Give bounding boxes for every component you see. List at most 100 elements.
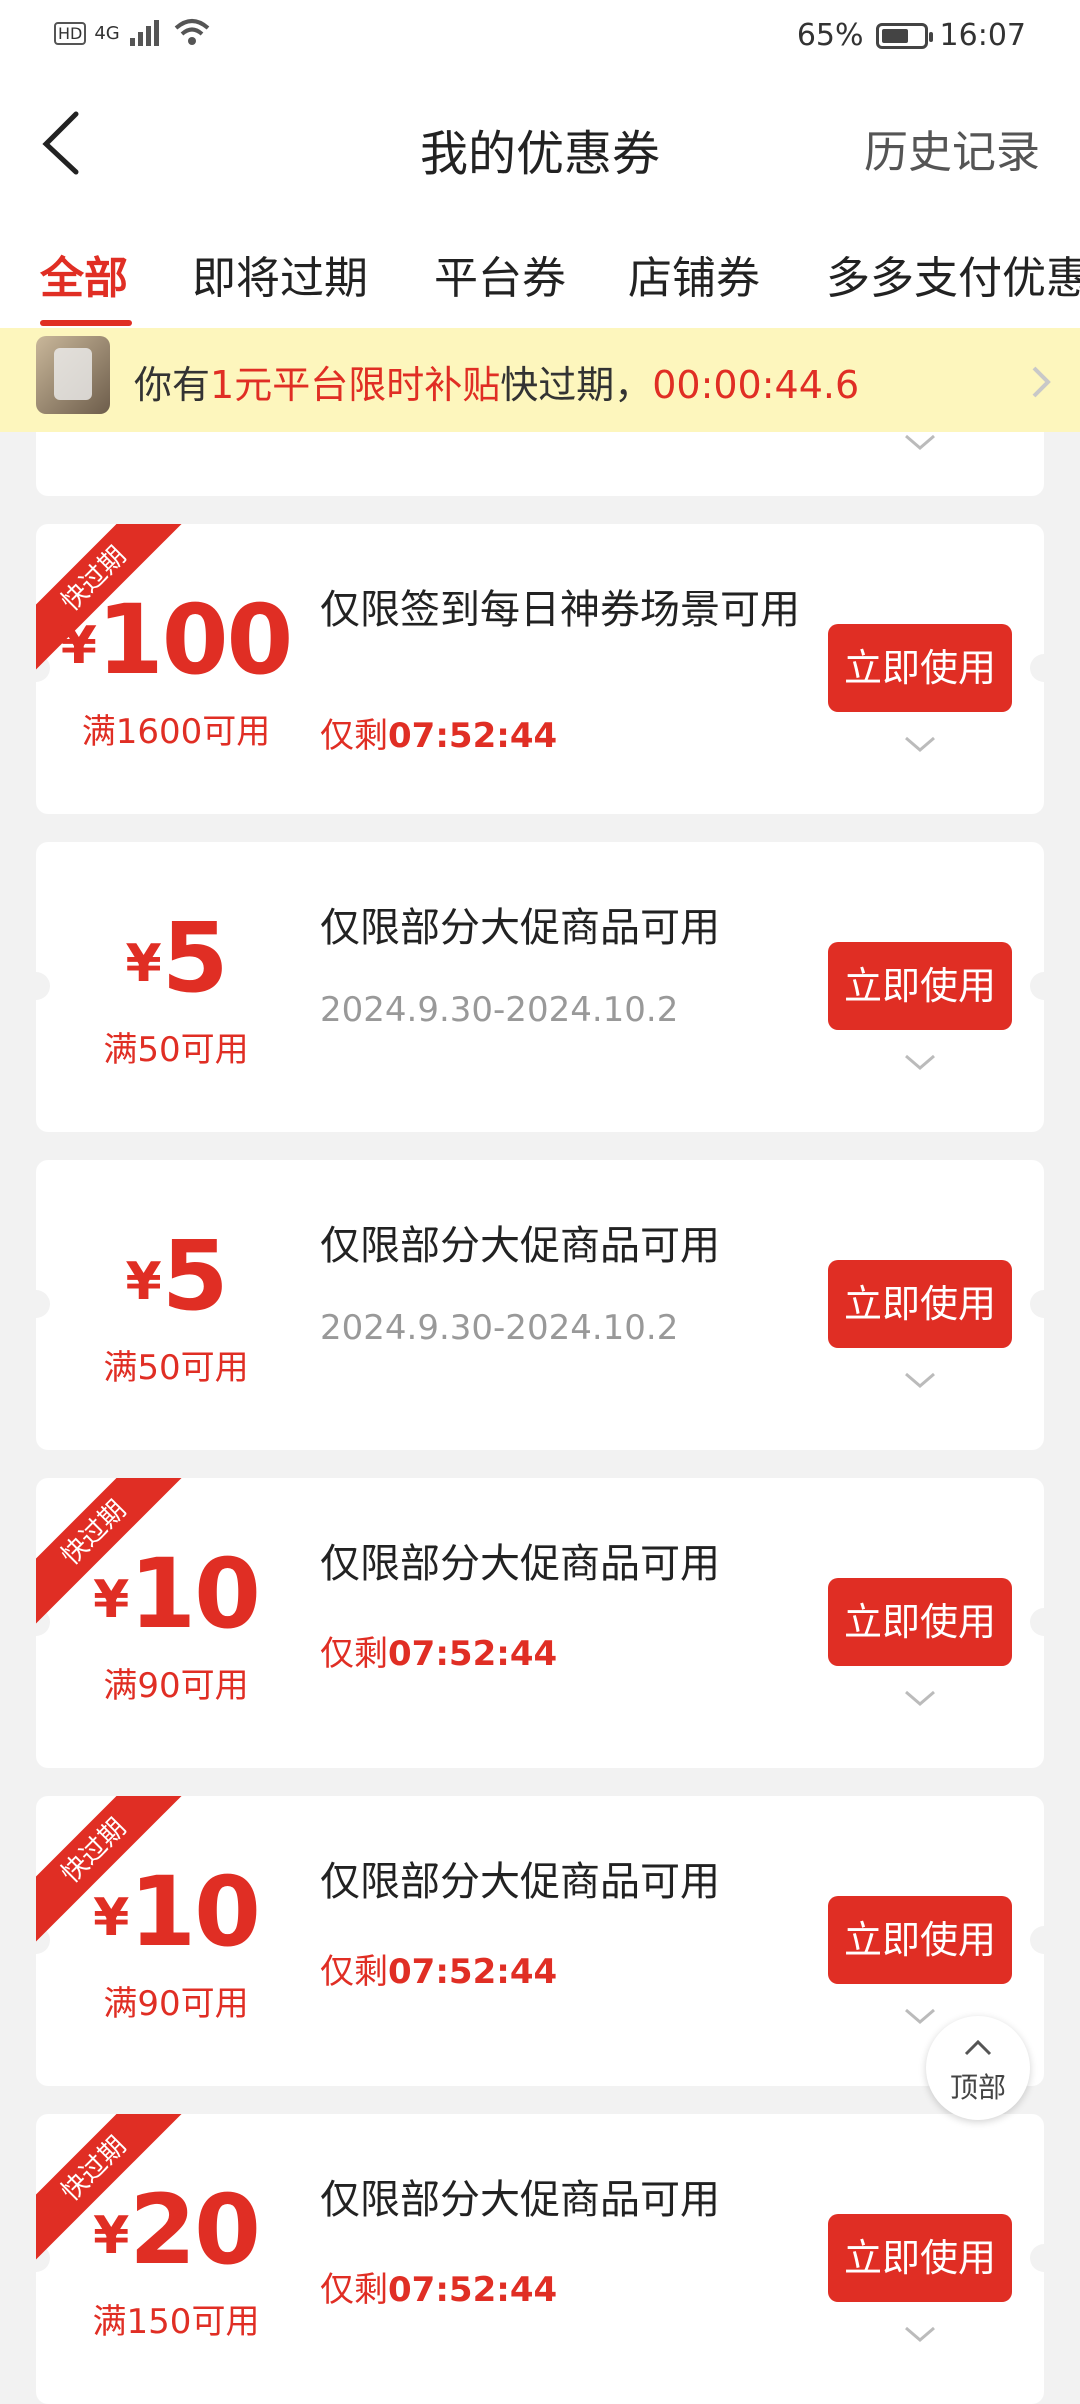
chevron-down-icon[interactable]	[902, 2322, 938, 2346]
card-notch	[1030, 972, 1044, 1000]
coupon-countdown: 仅剩07:52:44	[320, 2262, 557, 2311]
battery-fill	[881, 28, 908, 43]
use-now-button[interactable]: 立即使用	[828, 1260, 1012, 1348]
partial-coupon-card	[36, 432, 1044, 496]
tab-platform[interactable]: 平台券	[434, 242, 566, 306]
hd-icon: HD	[54, 21, 87, 45]
coupon-description: 仅限部分大促商品可用	[320, 2177, 720, 2223]
use-now-button[interactable]: 立即使用	[828, 1896, 1012, 1984]
tab-duoduo-pay[interactable]: 多多支付优惠	[826, 242, 1080, 306]
back-to-top-label: 顶部	[949, 2071, 1006, 2104]
tab-underline	[40, 320, 132, 326]
coupon-card[interactable]: 快过期 ¥100 满1600可用 仅限签到每日神券场景可用 仅剩07:52:44 立即使用	[36, 524, 1044, 814]
coupon-card[interactable]: ¥5 满50可用 仅限部分大促商品可用 2024.9.30-2024.10.2 立即使用	[36, 842, 1044, 1132]
history-link[interactable]: 历史记录	[864, 116, 1040, 180]
card-notch	[1030, 1290, 1044, 1318]
status-right: 65% 16:07	[797, 18, 1026, 53]
status-left: HD 4G	[54, 18, 212, 48]
currency-symbol: ¥	[93, 2206, 130, 2266]
coupon-countdown: 仅剩07:52:44	[320, 1944, 557, 1993]
chevron-down-icon	[905, 434, 935, 450]
amount-value: 5	[161, 1220, 229, 1332]
header: 我的优惠券 历史记录	[0, 76, 1080, 214]
coupon-card[interactable]: 快过期 ¥10 满90可用 仅限部分大促商品可用 仅剩07:52:44 立即使用	[36, 1478, 1044, 1768]
notice-text: 你有1元平台限时补贴快过期，00:00:44.6	[134, 354, 859, 409]
chevron-right-icon	[1032, 366, 1051, 398]
currency-symbol: ¥	[93, 1888, 130, 1948]
coupon-condition: 满90可用	[103, 1984, 249, 2024]
tab-all[interactable]: 全部	[40, 242, 128, 306]
status-bar: HD 4G 65% 16:07	[0, 0, 1080, 76]
wifi-icon	[174, 19, 210, 45]
notice-highlight: 1元平台限时补贴	[210, 363, 501, 407]
tab-store[interactable]: 店铺券	[628, 242, 760, 306]
card-notch	[1030, 2244, 1044, 2272]
currency-symbol: ¥	[93, 1570, 130, 1630]
signal-icon	[129, 20, 159, 46]
coupon-condition: 满90可用	[103, 1666, 249, 1706]
coupon-card[interactable]: ¥5 满50可用 仅限部分大促商品可用 2024.9.30-2024.10.2 立即使用	[36, 1160, 1044, 1450]
countdown-prefix: 仅剩	[320, 2270, 388, 2310]
chevron-down-icon[interactable]	[902, 2004, 938, 2028]
coupon-condition: 满50可用	[103, 1030, 249, 1070]
coupon-amount: ¥5	[36, 1220, 316, 1332]
chevron-down-icon[interactable]	[902, 732, 938, 756]
notice-prefix: 你有	[134, 363, 211, 407]
coupon-description: 仅限部分大促商品可用	[320, 1859, 720, 1905]
card-notch	[1030, 1926, 1044, 1954]
battery-icon	[875, 22, 933, 49]
amount-value: 100	[96, 584, 293, 696]
coupon-amount: ¥10	[36, 1538, 316, 1650]
back-to-top-button[interactable]: 顶部	[926, 2016, 1030, 2120]
countdown-prefix: 仅剩	[320, 716, 388, 756]
chevron-down-icon[interactable]	[902, 1686, 938, 1710]
countdown-value: 07:52:44	[388, 716, 558, 756]
chevron-down-icon[interactable]	[902, 1050, 938, 1074]
countdown-value: 07:52:44	[388, 2270, 558, 2310]
countdown-prefix: 仅剩	[320, 1634, 388, 1674]
use-now-button[interactable]: 立即使用	[828, 2214, 1012, 2302]
tab-bar: 全部 即将过期 平台券 店铺券 多多支付优惠	[0, 212, 1080, 328]
network-label: 4G	[94, 22, 120, 44]
coupon-amount: ¥10	[36, 1856, 316, 1968]
use-now-button[interactable]: 立即使用	[828, 942, 1012, 1030]
clock: 16:07	[939, 18, 1026, 53]
coupon-condition: 满50可用	[103, 1348, 249, 1388]
coupon-description: 仅限部分大促商品可用	[320, 1223, 720, 1269]
coupon-description: 仅限部分大促商品可用	[320, 905, 720, 951]
amount-value: 10	[129, 1538, 261, 1650]
chevron-up-icon	[964, 2039, 992, 2056]
coupon-countdown: 仅剩07:52:44	[320, 1626, 557, 1675]
countdown-value: 07:52:44	[388, 1634, 558, 1674]
battery-percent: 65%	[796, 18, 864, 53]
amount-value: 10	[129, 1856, 261, 1968]
coupon-countdown: 仅剩07:52:44	[320, 708, 557, 757]
countdown-value: 07:52:44	[388, 1952, 558, 1992]
product-thumbnail	[36, 336, 110, 414]
coupon-amount: ¥5	[36, 902, 316, 1014]
use-now-button[interactable]: 立即使用	[828, 624, 1012, 712]
coupon-amount: ¥20	[36, 2174, 316, 2286]
coupon-description: 仅限部分大促商品可用	[320, 1541, 720, 1587]
coupon-card[interactable]: 快过期 ¥20 满150可用 仅限部分大促商品可用 仅剩07:52:44 立即使用	[36, 2114, 1044, 2404]
tab-expiring[interactable]: 即将过期	[192, 242, 368, 306]
card-notch	[1030, 654, 1044, 682]
expiry-notice-banner[interactable]: 你有1元平台限时补贴快过期，00:00:44.6	[0, 328, 1080, 432]
coupon-description: 仅限签到每日神券场景可用	[320, 587, 800, 633]
card-notch	[1030, 1608, 1044, 1636]
notice-countdown: 00:00:44.6	[652, 363, 860, 407]
coupon-validity: 2024.9.30-2024.10.2	[320, 990, 679, 1030]
amount-value: 20	[129, 2174, 261, 2286]
coupon-card[interactable]: 快过期 ¥10 满90可用 仅限部分大促商品可用 仅剩07:52:44 立即使用	[36, 1796, 1044, 2086]
amount-value: 5	[161, 902, 229, 1014]
coupon-validity: 2024.9.30-2024.10.2	[320, 1308, 679, 1348]
notice-middle: 快过期，	[500, 363, 653, 407]
countdown-prefix: 仅剩	[320, 1952, 388, 1992]
coupon-condition: 满1600可用	[81, 712, 271, 752]
currency-symbol: ¥	[125, 934, 162, 994]
currency-symbol: ¥	[60, 616, 97, 676]
use-now-button[interactable]: 立即使用	[828, 1578, 1012, 1666]
coupon-amount: ¥100	[36, 584, 316, 696]
coupon-condition: 满150可用	[92, 2302, 260, 2342]
chevron-down-icon[interactable]	[902, 1368, 938, 1392]
